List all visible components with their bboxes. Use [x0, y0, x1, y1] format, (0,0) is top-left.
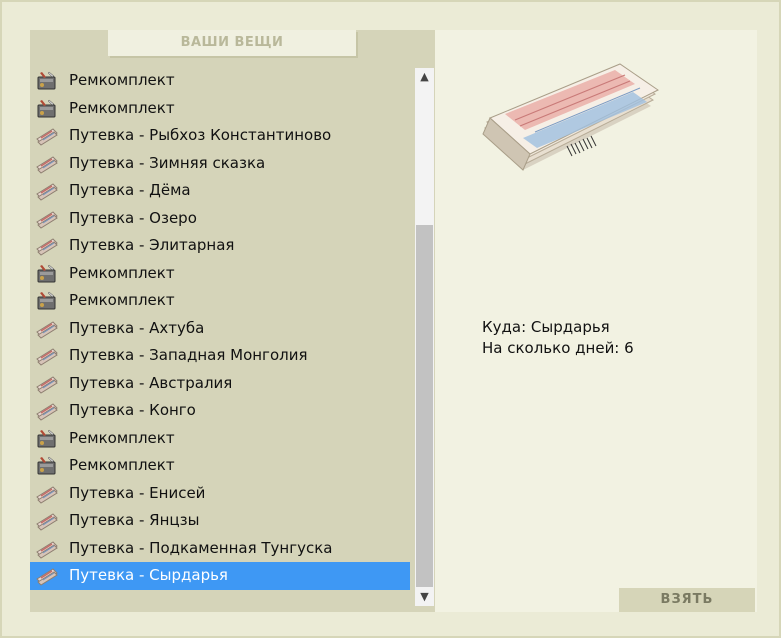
- list-item-label: Путевка - Дёма: [69, 181, 191, 199]
- list-item-label: Путевка - Подкаменная Тунгуска: [69, 538, 333, 557]
- list-item-label: Ремкомплект: [69, 428, 175, 447]
- list-item[interactable]: Путевка - Озеро: [30, 205, 410, 233]
- voucher-icon: [36, 183, 58, 201]
- voucher-icon: [36, 210, 58, 229]
- voucher-tickets-image: [482, 63, 659, 171]
- list-item-label: Путевка - Сырдарья: [69, 566, 228, 584]
- list-item[interactable]: Путевка - Элитарная: [30, 232, 410, 260]
- item-list: Ремкомплект Ремкомплект Путевка - Рыбхоз К…: [30, 67, 410, 590]
- voucher-icon: [36, 485, 58, 504]
- list-item[interactable]: Путевка - Западная Монголия: [30, 342, 410, 370]
- voucher-icon: [36, 375, 58, 394]
- list-item-label: Путевка - Австралия: [69, 373, 233, 392]
- scrollbar[interactable]: ▲ ▼: [415, 68, 434, 606]
- list-item[interactable]: Путевка - Сырдарья: [30, 562, 410, 590]
- scroll-down-arrow-icon[interactable]: ▼: [415, 588, 434, 606]
- item-destination: Куда: Сырдарья: [482, 318, 610, 336]
- voucher-icon: [36, 568, 58, 586]
- list-item-label: Ремкомплект: [69, 71, 175, 89]
- list-item[interactable]: Ремкомплект: [30, 287, 410, 315]
- panel-title: ВАШИ ВЕЩИ: [108, 30, 356, 56]
- voucher-icon: [36, 128, 58, 146]
- list-item[interactable]: Путевка - Зимняя сказка: [30, 150, 410, 178]
- list-item[interactable]: Путевка - Рыбхоз Константиново: [30, 122, 410, 150]
- inventory-window: ВАШИ ВЕЩИ Ремкомплект Ремкомплект Путевка …: [0, 0, 781, 638]
- voucher-icon: [36, 348, 58, 366]
- list-item-label: Путевка - Элитарная: [69, 236, 235, 254]
- voucher-icon: [36, 238, 58, 256]
- list-item[interactable]: Путевка - Янцзы: [30, 507, 410, 535]
- inventory-panel: ВАШИ ВЕЩИ Ремкомплект Ремкомплект Путевка …: [30, 30, 435, 612]
- list-item-label: Путевка - Западная Монголия: [69, 346, 308, 364]
- list-item-label: Ремкомплект: [69, 98, 175, 117]
- list-item[interactable]: Ремкомплект: [30, 452, 410, 480]
- repair-kit-icon: [37, 99, 56, 117]
- list-item[interactable]: Ремкомплект: [30, 425, 410, 453]
- list-item-label: Ремкомплект: [69, 291, 175, 309]
- scroll-up-arrow-icon[interactable]: ▲: [415, 68, 434, 86]
- voucher-icon: [36, 513, 58, 531]
- list-item-label: Ремкомплект: [69, 263, 175, 282]
- list-item-label: Путевка - Зимняя сказка: [69, 153, 266, 172]
- list-item[interactable]: Путевка - Конго: [30, 397, 410, 425]
- list-item-label: Путевка - Ахтуба: [69, 318, 205, 337]
- item-days: На сколько дней: 6: [482, 339, 634, 357]
- list-item[interactable]: Ремкомплект: [30, 260, 410, 288]
- repair-kit-icon: [37, 71, 56, 90]
- list-item[interactable]: Путевка - Ахтуба: [30, 315, 410, 343]
- voucher-icon: [36, 320, 58, 339]
- list-item-label: Путевка - Рыбхоз Константиново: [69, 126, 332, 144]
- list-item-label: Путевка - Озеро: [69, 208, 197, 227]
- repair-kit-icon: [37, 264, 56, 282]
- voucher-icon: [36, 540, 58, 559]
- list-item[interactable]: Путевка - Австралия: [30, 370, 410, 398]
- list-item[interactable]: Путевка - Енисей: [30, 480, 410, 508]
- scroll-thumb[interactable]: [416, 225, 433, 587]
- list-item-label: Путевка - Енисей: [69, 483, 206, 502]
- repair-kit-icon: [37, 429, 56, 447]
- repair-kit-icon: [37, 291, 56, 310]
- voucher-icon: [36, 403, 58, 421]
- voucher-icon: [36, 155, 58, 174]
- take-button[interactable]: ВЗЯТЬ: [619, 588, 755, 612]
- list-item[interactable]: Путевка - Дёма: [30, 177, 410, 205]
- list-item[interactable]: Путевка - Подкаменная Тунгуска: [30, 535, 410, 563]
- list-item-label: Путевка - Конго: [69, 401, 196, 419]
- list-item[interactable]: Ремкомплект: [30, 67, 410, 95]
- list-item[interactable]: Ремкомплект: [30, 95, 410, 123]
- list-item-label: Путевка - Янцзы: [69, 511, 200, 529]
- list-item-label: Ремкомплект: [69, 456, 175, 474]
- item-details: Куда: Сырдарья На сколько дней: 6: [482, 317, 634, 359]
- item-detail-panel: Куда: Сырдарья На сколько дней: 6 ВЗЯТЬ: [435, 30, 757, 612]
- repair-kit-icon: [37, 456, 56, 475]
